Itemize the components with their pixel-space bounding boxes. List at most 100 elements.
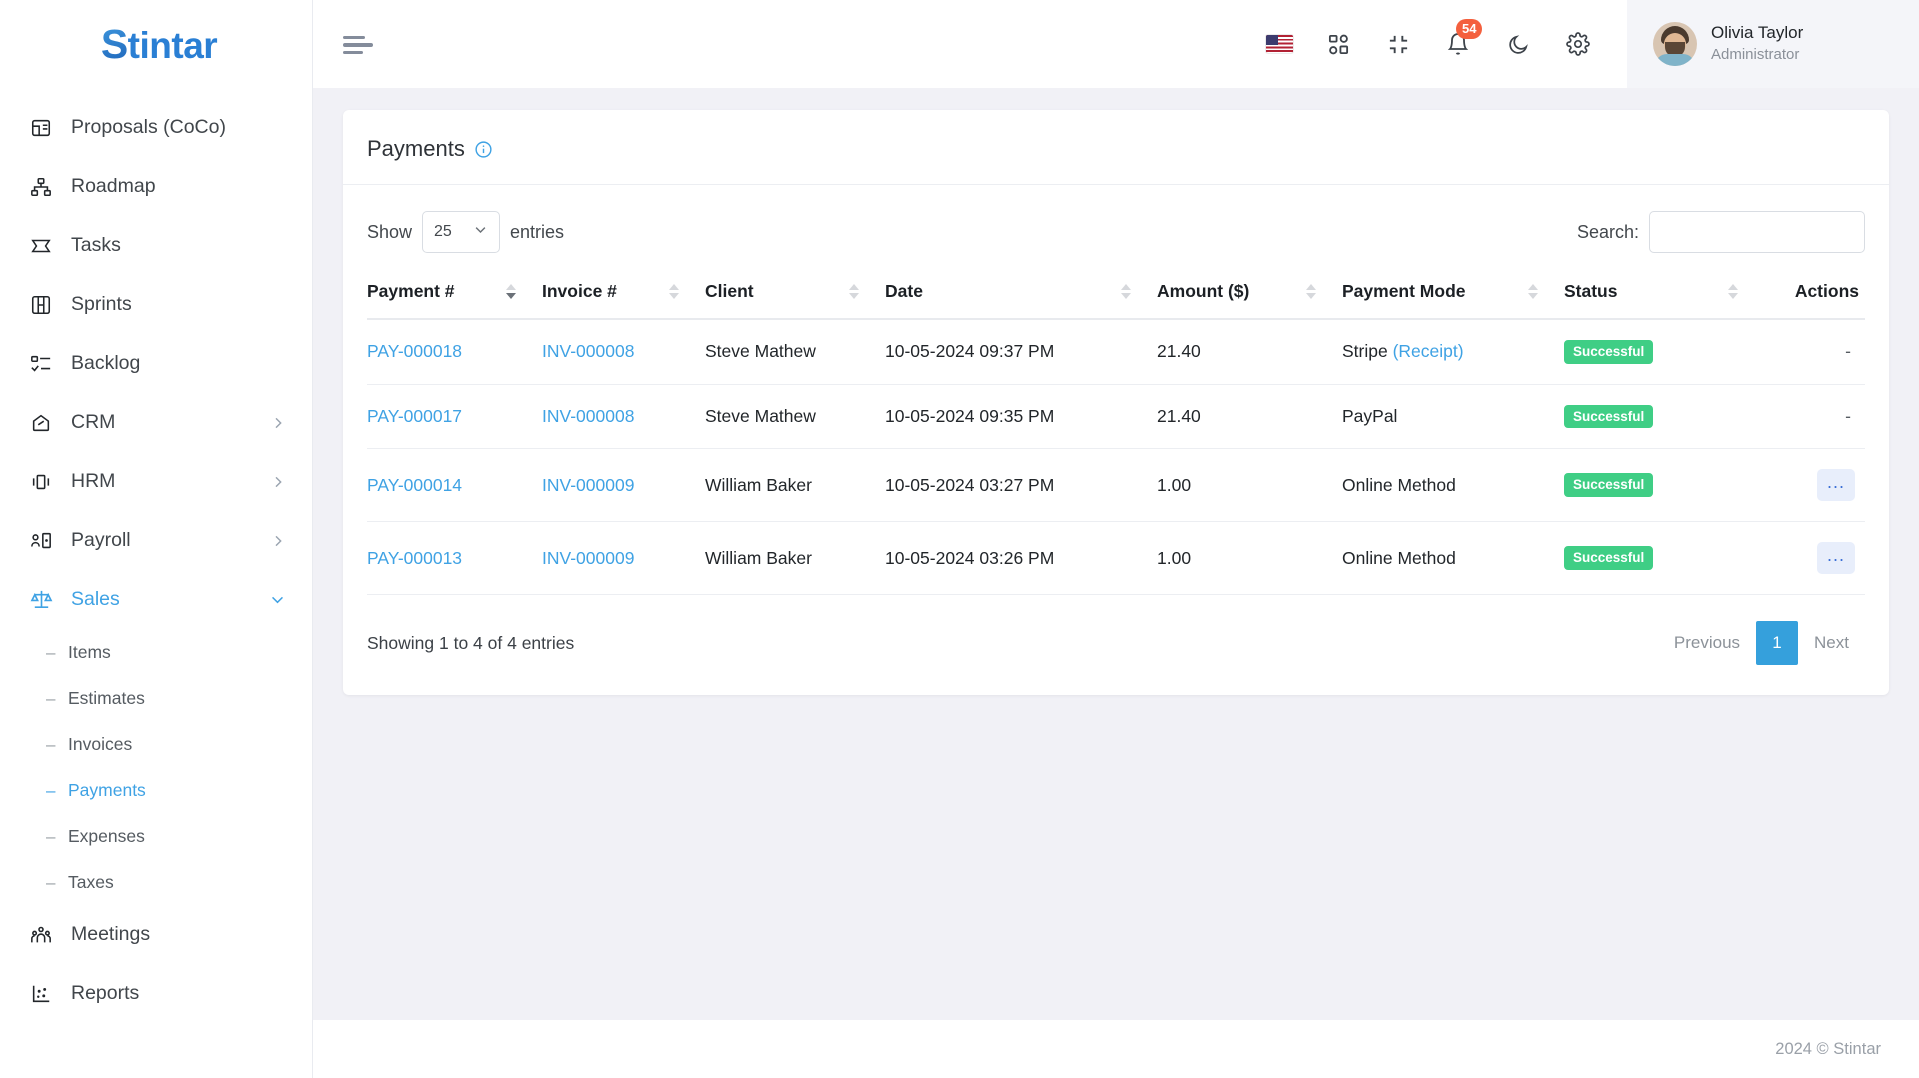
chevron-right-icon	[270, 415, 286, 431]
cell-invoice: INV-000009	[542, 521, 705, 596]
column-header-client[interactable]: Client	[705, 265, 885, 320]
previous-page-button[interactable]: Previous	[1658, 623, 1756, 663]
sort-icon	[849, 284, 859, 299]
sort-icon	[1306, 284, 1316, 299]
cell-client: Steve Mathew	[705, 384, 885, 450]
chevron-right-icon	[270, 474, 286, 490]
column-label: Payment #	[367, 281, 455, 301]
column-header-status[interactable]: Status	[1564, 265, 1764, 320]
search-control: Search:	[1577, 211, 1865, 253]
moon-icon[interactable]	[1503, 29, 1533, 59]
next-page-button[interactable]: Next	[1798, 623, 1865, 663]
user-name: Olivia Taylor	[1711, 23, 1804, 43]
cell-date: 10-05-2024 09:37 PM	[885, 319, 1157, 385]
apps-grid-icon[interactable]	[1323, 29, 1353, 59]
sidebar-item-meetings[interactable]: Meetings	[0, 905, 312, 964]
sidebar-item-hrm[interactable]: HRM	[0, 452, 312, 511]
column-label: Payment Mode	[1342, 281, 1466, 301]
table-row: PAY-000017 INV-000008 Steve Mathew 10-05…	[367, 384, 1865, 450]
page-size-value: 25	[434, 223, 452, 240]
search-input[interactable]	[1649, 211, 1865, 253]
payment-link[interactable]: PAY-000017	[367, 406, 462, 426]
sidebar-item-sales[interactable]: Sales	[0, 570, 312, 629]
payment-link[interactable]: PAY-000013	[367, 548, 462, 568]
sidebar-subitem-items[interactable]: – Items	[0, 629, 312, 675]
table-body: PAY-000018 INV-000008 Steve Mathew 10-05…	[367, 319, 1865, 596]
cell-invoice: INV-000008	[542, 384, 705, 450]
column-label: Date	[885, 281, 923, 301]
brand-logo[interactable]: Stintar	[0, 0, 312, 88]
table-toolbar: Show 25 entries Search:	[343, 185, 1889, 265]
payment-link[interactable]: PAY-000018	[367, 341, 462, 361]
sidebar-item-backlog[interactable]: Backlog	[0, 334, 312, 393]
card-header: Payments	[343, 110, 1889, 185]
gear-icon[interactable]	[1563, 29, 1593, 59]
sidebar-item-sprints[interactable]: Sprints	[0, 275, 312, 334]
user-info: Olivia Taylor Administrator	[1711, 22, 1803, 65]
tasks-icon	[28, 233, 54, 259]
hamburger-line	[343, 43, 373, 47]
hamburger-menu-icon[interactable]	[343, 30, 383, 59]
sidebar-subitem-payments[interactable]: – Payments	[0, 767, 312, 813]
payment-link[interactable]: PAY-000014	[367, 475, 462, 495]
hamburger-line	[343, 50, 363, 55]
table-row: PAY-000013 INV-000009 William Baker 10-0…	[367, 521, 1865, 596]
column-header-actions: Actions	[1764, 265, 1865, 320]
invoice-link[interactable]: INV-000009	[542, 475, 634, 495]
invoice-link[interactable]: INV-000008	[542, 341, 634, 361]
content-area: Payments Show 25 entries Search: Payment…	[313, 88, 1919, 1020]
cell-actions: -	[1764, 384, 1865, 450]
cell-payment-mode: Online Method	[1342, 448, 1564, 523]
dash-icon: –	[46, 780, 56, 800]
info-circle-icon[interactable]	[474, 140, 493, 159]
sidebar-item-label: Roadmap	[71, 175, 156, 197]
sprints-icon	[28, 292, 54, 318]
sidebar-item-label: Payroll	[71, 529, 131, 551]
column-header-date[interactable]: Date	[885, 265, 1157, 320]
table-head: Payment # Invoice # Client Date Amount (…	[367, 265, 1865, 320]
sidebar-item-tasks[interactable]: Tasks	[0, 216, 312, 275]
user-profile-menu[interactable]: Olivia Taylor Administrator	[1627, 0, 1919, 88]
collapse-icon[interactable]	[1383, 29, 1413, 59]
chevron-right-icon	[270, 533, 286, 549]
page-number-button[interactable]: 1	[1756, 621, 1799, 666]
sidebar-item-roadmap[interactable]: Roadmap	[0, 157, 312, 216]
row-actions-button[interactable]: ...	[1817, 542, 1855, 575]
column-header-invoice[interactable]: Invoice #	[542, 265, 705, 320]
sidebar-subitem-expenses[interactable]: – Expenses	[0, 813, 312, 859]
page-size-select[interactable]: 25	[422, 211, 501, 253]
cell-payment: PAY-000013	[367, 521, 542, 596]
show-entries-control: Show 25 entries	[367, 211, 564, 253]
app-root: Stintar Proposals (CoCo) Roadmap Tasks S…	[0, 0, 1919, 1078]
column-header-amount[interactable]: Amount ($)	[1157, 265, 1342, 320]
show-label: Show	[367, 221, 413, 242]
cell-date: 10-05-2024 03:27 PM	[885, 448, 1157, 523]
backlog-icon	[28, 351, 54, 377]
sidebar-item-payroll[interactable]: Payroll	[0, 511, 312, 570]
column-header-payment[interactable]: Payment #	[367, 265, 542, 320]
sidebar-item-crm[interactable]: CRM	[0, 393, 312, 452]
sidebar-subitem-label: Estimates	[68, 687, 145, 708]
column-header-payment-mode[interactable]: Payment Mode	[1342, 265, 1564, 320]
table-header-row: Payment # Invoice # Client Date Amount (…	[367, 265, 1865, 320]
sidebar-item-label: Proposals (CoCo)	[71, 116, 226, 138]
status-badge: Successful	[1564, 473, 1654, 497]
receipt-link[interactable]: (Receipt)	[1393, 341, 1464, 361]
notification-badge: 54	[1456, 19, 1483, 39]
dash-icon: –	[46, 826, 56, 846]
sidebar-subitem-taxes[interactable]: – Taxes	[0, 859, 312, 905]
brand-rest: tintar	[127, 24, 218, 66]
sidebar-item-label: Tasks	[71, 234, 121, 256]
sidebar-subitem-estimates[interactable]: – Estimates	[0, 675, 312, 721]
row-actions-button[interactable]: ...	[1817, 469, 1855, 502]
sidebar-subitem-invoices[interactable]: – Invoices	[0, 721, 312, 767]
invoice-link[interactable]: INV-000009	[542, 548, 634, 568]
action-placeholder: -	[1845, 341, 1851, 362]
sidebar-item-reports[interactable]: Reports	[0, 964, 312, 1023]
bell-icon[interactable]: 54	[1443, 19, 1483, 59]
invoice-link[interactable]: INV-000008	[542, 406, 634, 426]
page-title: Payments	[367, 136, 465, 161]
meetings-icon	[28, 922, 54, 948]
sidebar-item-proposals[interactable]: Proposals (CoCo)	[0, 98, 312, 157]
flag-usa-icon[interactable]	[1266, 35, 1293, 53]
